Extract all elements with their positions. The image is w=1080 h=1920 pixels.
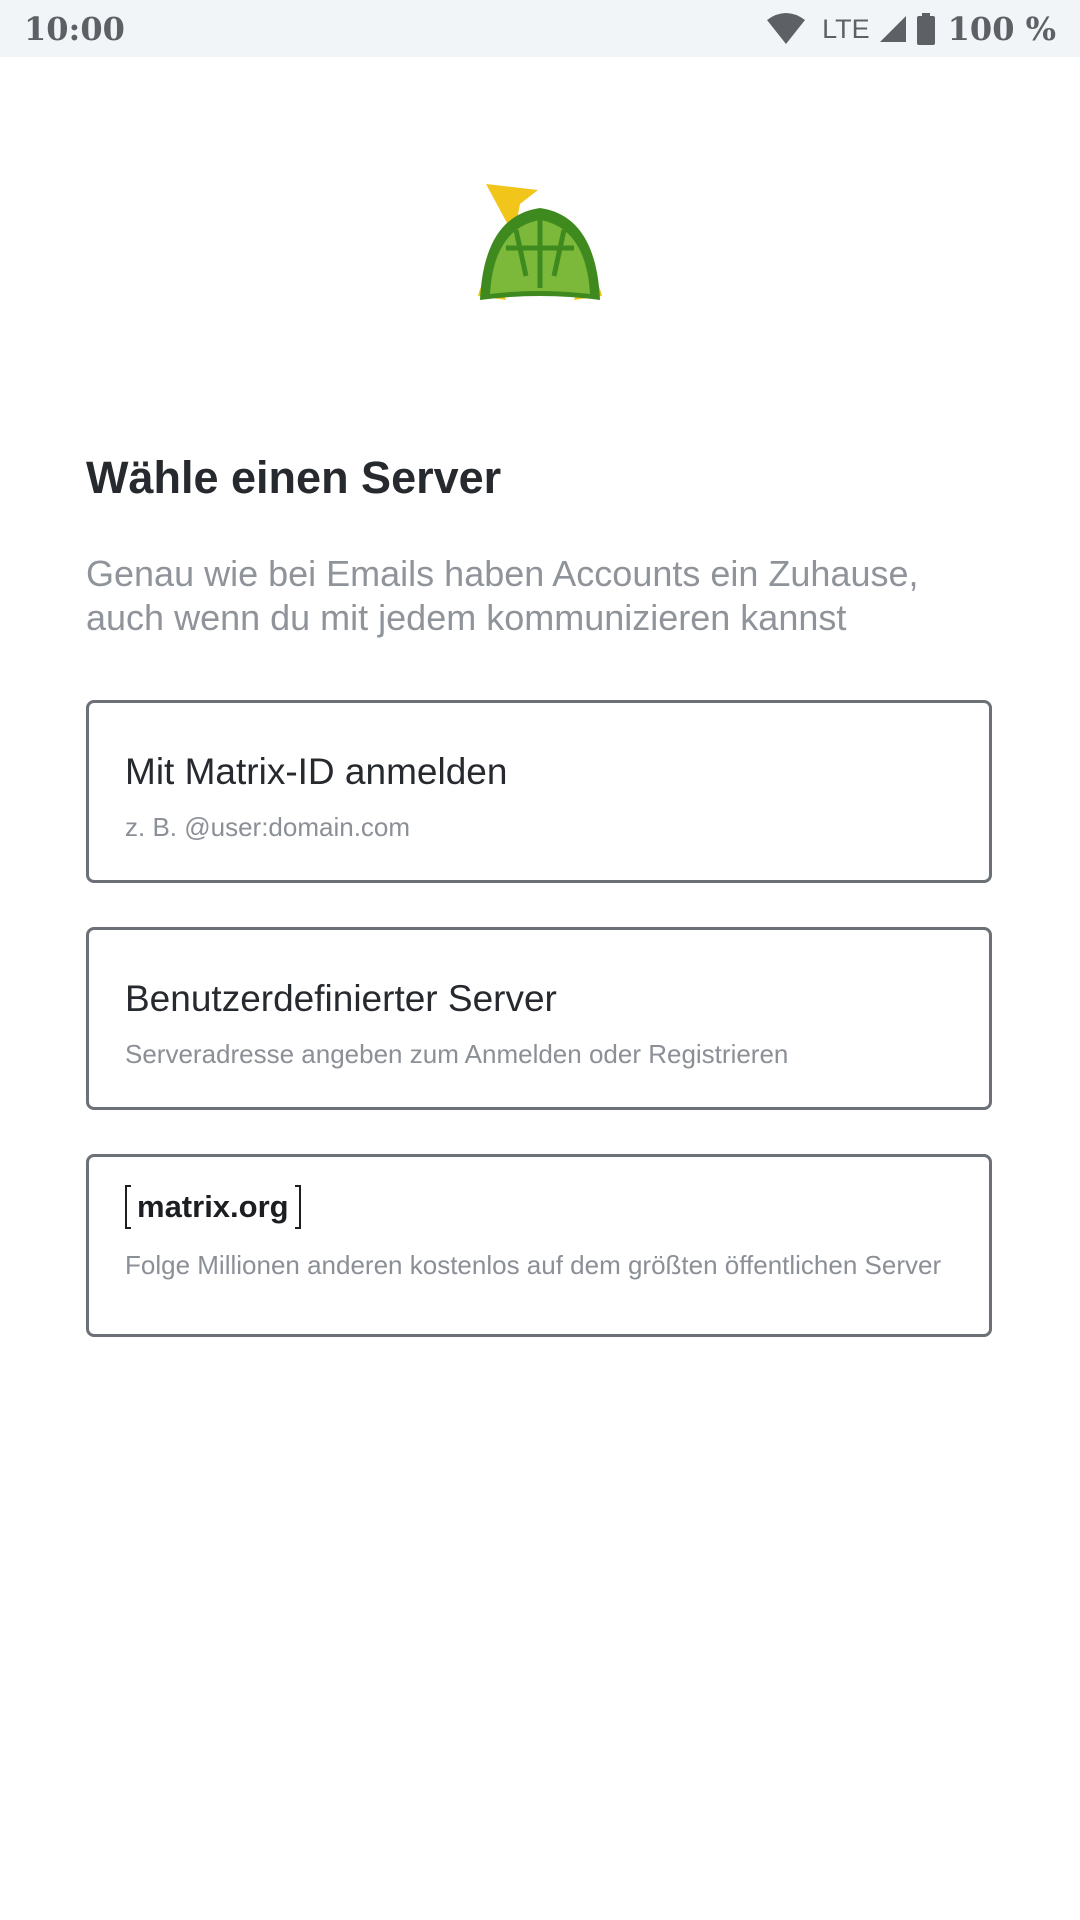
sign-in-matrix-id-option[interactable]: Mit Matrix-ID anmelden z. B. @user:domai… <box>86 700 992 883</box>
battery-level: 100 % <box>947 10 1056 48</box>
page-title: Wähle einen Server <box>86 452 502 503</box>
bracket-right-icon <box>294 1185 301 1229</box>
option-description: Serveradresse angeben zum Anmelden oder … <box>125 1039 789 1069</box>
status-bar: 10:00 LTE 100 % <box>0 0 1080 57</box>
signal-icon <box>878 14 908 44</box>
option-title: Benutzerdefinierter Server <box>125 978 557 1019</box>
option-description: z. B. @user:domain.com <box>125 812 411 842</box>
status-time: 10:00 <box>24 10 125 48</box>
matrix-org-logo: matrix.org <box>125 1185 301 1229</box>
status-indicators: LTE 100 % <box>766 8 1056 50</box>
turtle-logo-icon <box>476 176 604 304</box>
option-title: matrix.org <box>137 1189 289 1224</box>
option-title: Mit Matrix-ID anmelden <box>125 751 508 792</box>
wifi-icon <box>766 12 806 46</box>
custom-server-option[interactable]: Benutzerdefinierter Server Serveradresse… <box>86 927 992 1110</box>
battery-icon <box>916 13 936 45</box>
option-description: Folge Millionen anderen kostenlos auf de… <box>125 1250 942 1280</box>
network-type: LTE <box>822 13 870 44</box>
matrix-org-option[interactable]: matrix.org Folge Millionen anderen koste… <box>86 1154 992 1337</box>
page-subtitle: Genau wie bei Emails haben Accounts ein … <box>86 553 919 638</box>
bracket-left-icon <box>125 1185 131 1229</box>
